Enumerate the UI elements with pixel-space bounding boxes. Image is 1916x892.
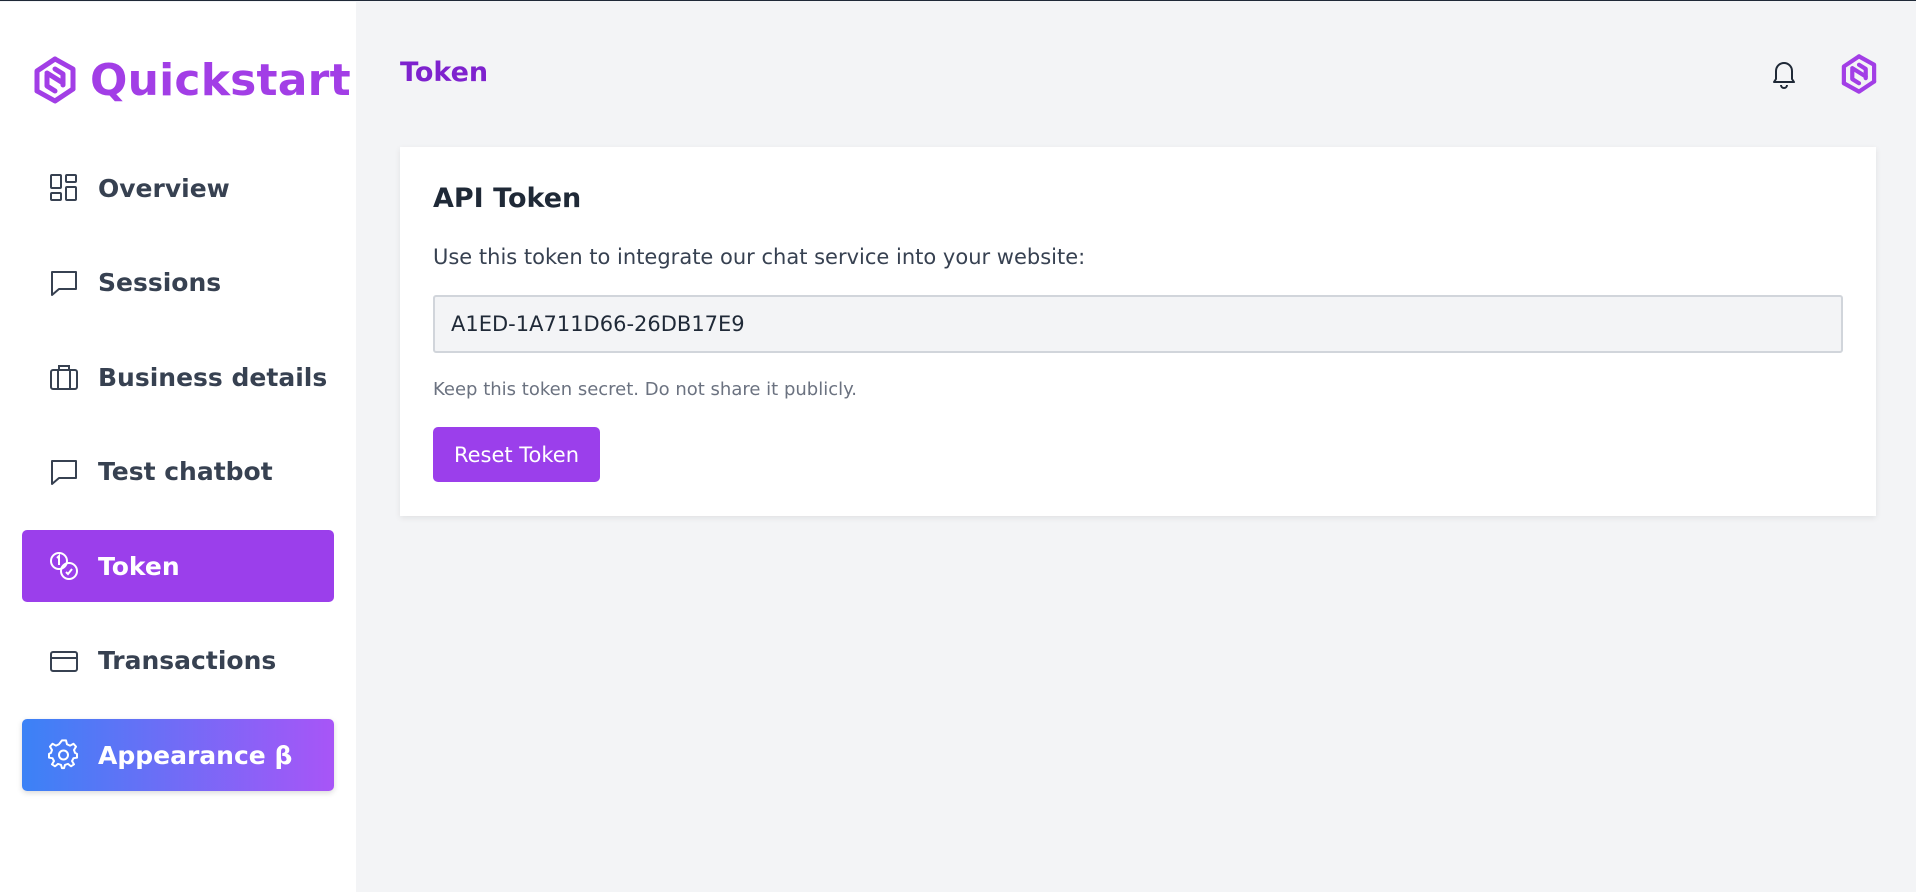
sidebar-item-label: Appearance β [98,740,293,770]
grid-icon [48,172,80,204]
logo-icon [34,56,76,104]
avatar-logo-icon[interactable] [1838,53,1880,95]
brand[interactable]: Quickstart [30,52,351,108]
sidebar-item-token[interactable]: Token [22,530,334,602]
bell-icon[interactable] [1770,59,1798,89]
page-title: Token [400,57,489,88]
sidebar-item-appearance[interactable]: Appearance β [22,719,334,791]
sidebar-item-label: Overview [98,173,230,203]
sidebar-item-business-details[interactable]: Business details [22,341,334,413]
sidebar-item-label: Test chatbot [98,457,273,486]
sidebar-item-sessions[interactable]: Sessions [22,247,334,319]
chat-bubble-icon [48,456,80,488]
sidebar: Quickstart Overview Sessions Business de… [0,2,356,892]
card-title: API Token [433,183,582,214]
credit-card-icon [48,645,80,677]
sidebar-item-label: Sessions [98,268,222,297]
gear-icon [48,739,80,771]
sidebar-item-overview[interactable]: Overview [22,152,334,224]
sidebar-item-label: Business details [98,362,328,392]
card-description: Use this token to integrate our chat ser… [433,245,1086,269]
token-warning-note: Keep this token secret. Do not share it … [433,379,857,400]
chat-bubble-icon [48,267,80,299]
coins-icon [48,550,80,582]
sidebar-nav: Overview Sessions Business details Test … [22,152,334,814]
api-token-card: API Token Use this token to integrate ou… [400,147,1876,516]
sidebar-item-label: Token [98,551,180,581]
brand-name: Quickstart [90,54,351,106]
sidebar-item-test-chatbot[interactable]: Test chatbot [22,436,334,508]
briefcase-icon [48,361,80,393]
reset-token-button[interactable]: Reset Token [433,427,600,482]
token-input[interactable] [433,295,1843,353]
sidebar-item-label: Transactions [98,646,277,675]
sidebar-item-transactions[interactable]: Transactions [22,625,334,697]
